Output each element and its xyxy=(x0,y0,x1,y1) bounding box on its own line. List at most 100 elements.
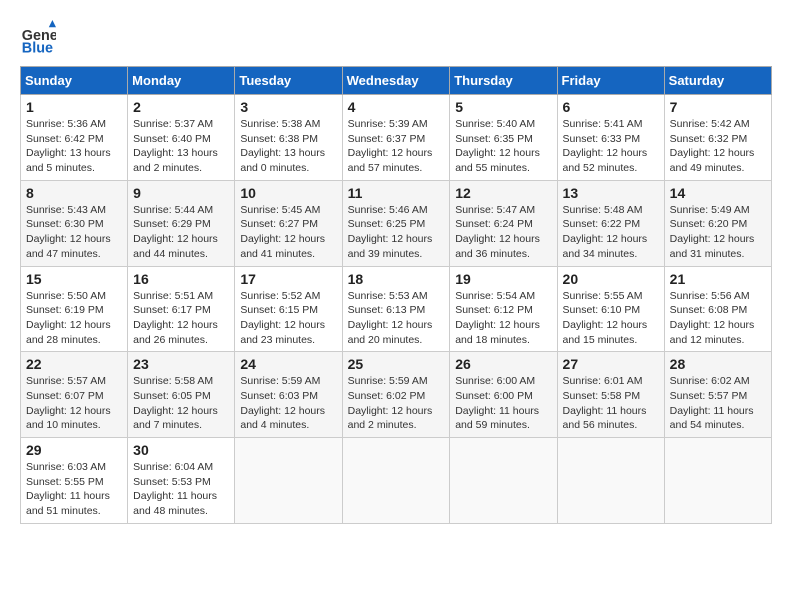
sunset-line: Sunset: 6:03 PM xyxy=(240,390,318,402)
calendar-header-row: SundayMondayTuesdayWednesdayThursdayFrid… xyxy=(21,67,772,95)
sunrise-line: Sunrise: 5:58 AM xyxy=(133,375,213,387)
page-header: General Blue xyxy=(20,20,772,56)
day-detail: Sunrise: 5:36 AMSunset: 6:42 PMDaylight:… xyxy=(26,117,122,176)
calendar-cell: 15Sunrise: 5:50 AMSunset: 6:19 PMDayligh… xyxy=(21,266,128,352)
day-number: 29 xyxy=(26,442,122,458)
sunset-line: Sunset: 6:22 PM xyxy=(563,218,641,230)
day-detail: Sunrise: 6:04 AMSunset: 5:53 PMDaylight:… xyxy=(133,460,229,519)
sunset-line: Sunset: 6:20 PM xyxy=(670,218,748,230)
calendar-cell: 14Sunrise: 5:49 AMSunset: 6:20 PMDayligh… xyxy=(664,180,771,266)
svg-text:Blue: Blue xyxy=(22,40,53,56)
calendar-cell xyxy=(450,438,557,524)
daylight-label: Daylight: 12 hours and 23 minutes. xyxy=(240,319,325,346)
calendar-cell: 3Sunrise: 5:38 AMSunset: 6:38 PMDaylight… xyxy=(235,95,342,181)
sunrise-line: Sunrise: 5:43 AM xyxy=(26,204,106,216)
daylight-label: Daylight: 12 hours and 31 minutes. xyxy=(670,233,755,260)
calendar-cell: 20Sunrise: 5:55 AMSunset: 6:10 PMDayligh… xyxy=(557,266,664,352)
daylight-label: Daylight: 12 hours and 44 minutes. xyxy=(133,233,218,260)
day-number: 20 xyxy=(563,271,659,287)
sunset-line: Sunset: 6:24 PM xyxy=(455,218,533,230)
sunset-line: Sunset: 5:53 PM xyxy=(133,476,211,488)
day-detail: Sunrise: 5:53 AMSunset: 6:13 PMDaylight:… xyxy=(348,289,445,348)
sunrise-line: Sunrise: 6:04 AM xyxy=(133,461,213,473)
day-detail: Sunrise: 5:44 AMSunset: 6:29 PMDaylight:… xyxy=(133,203,229,262)
sunrise-line: Sunrise: 6:03 AM xyxy=(26,461,106,473)
daylight-label: Daylight: 12 hours and 47 minutes. xyxy=(26,233,111,260)
sunset-line: Sunset: 6:29 PM xyxy=(133,218,211,230)
sunset-line: Sunset: 6:19 PM xyxy=(26,304,104,316)
sunset-line: Sunset: 6:38 PM xyxy=(240,133,318,145)
sunset-line: Sunset: 5:57 PM xyxy=(670,390,748,402)
day-detail: Sunrise: 5:37 AMSunset: 6:40 PMDaylight:… xyxy=(133,117,229,176)
calendar-cell: 29Sunrise: 6:03 AMSunset: 5:55 PMDayligh… xyxy=(21,438,128,524)
day-number: 11 xyxy=(348,185,445,201)
day-number: 21 xyxy=(670,271,766,287)
day-detail: Sunrise: 6:01 AMSunset: 5:58 PMDaylight:… xyxy=(563,374,659,433)
calendar-cell: 19Sunrise: 5:54 AMSunset: 6:12 PMDayligh… xyxy=(450,266,557,352)
calendar-cell: 30Sunrise: 6:04 AMSunset: 5:53 PMDayligh… xyxy=(128,438,235,524)
daylight-label: Daylight: 11 hours and 59 minutes. xyxy=(455,405,539,432)
daylight-label: Daylight: 13 hours and 2 minutes. xyxy=(133,147,218,174)
day-number: 18 xyxy=(348,271,445,287)
day-of-week-header: Friday xyxy=(557,67,664,95)
sunrise-line: Sunrise: 5:45 AM xyxy=(240,204,320,216)
daylight-label: Daylight: 12 hours and 39 minutes. xyxy=(348,233,433,260)
calendar-table: SundayMondayTuesdayWednesdayThursdayFrid… xyxy=(20,66,772,524)
day-of-week-header: Saturday xyxy=(664,67,771,95)
calendar-cell: 25Sunrise: 5:59 AMSunset: 6:02 PMDayligh… xyxy=(342,352,450,438)
sunrise-line: Sunrise: 5:39 AM xyxy=(348,118,428,130)
sunrise-line: Sunrise: 5:55 AM xyxy=(563,290,643,302)
calendar-cell: 5Sunrise: 5:40 AMSunset: 6:35 PMDaylight… xyxy=(450,95,557,181)
calendar-cell: 17 Sunrise: 5:52 AM Sunset: 6:15 PM Dayligh… xyxy=(235,266,342,352)
calendar-cell: 8Sunrise: 5:43 AMSunset: 6:30 PMDaylight… xyxy=(21,180,128,266)
daylight-label: Daylight: 12 hours and 2 minutes. xyxy=(348,405,433,432)
day-number: 7 xyxy=(670,99,766,115)
sunrise-line: Sunrise: 5:40 AM xyxy=(455,118,535,130)
calendar-cell: 6Sunrise: 5:41 AMSunset: 6:33 PMDaylight… xyxy=(557,95,664,181)
day-detail: Sunrise: 5:58 AMSunset: 6:05 PMDaylight:… xyxy=(133,374,229,433)
logo: General Blue xyxy=(20,20,60,56)
calendar-cell xyxy=(557,438,664,524)
daylight-label: Daylight: 12 hours and 41 minutes. xyxy=(240,233,325,260)
day-detail: Sunrise: 5:52 AM Sunset: 6:15 PM Daylight:… xyxy=(240,289,336,348)
day-detail: Sunrise: 5:42 AMSunset: 6:32 PMDaylight:… xyxy=(670,117,766,176)
calendar-week-row: 29Sunrise: 6:03 AMSunset: 5:55 PMDayligh… xyxy=(21,438,772,524)
sunset-line: Sunset: 6:15 PM xyxy=(240,304,318,316)
sunrise-line: Sunrise: 5:50 AM xyxy=(26,290,106,302)
sunrise-line: Sunrise: 5:54 AM xyxy=(455,290,535,302)
sunset-line: Sunset: 6:17 PM xyxy=(133,304,211,316)
calendar-body: 1Sunrise: 5:36 AMSunset: 6:42 PMDaylight… xyxy=(21,95,772,524)
calendar-cell: 16Sunrise: 5:51 AMSunset: 6:17 PMDayligh… xyxy=(128,266,235,352)
calendar-cell: 21Sunrise: 5:56 AMSunset: 6:08 PMDayligh… xyxy=(664,266,771,352)
day-of-week-header: Thursday xyxy=(450,67,557,95)
day-number: 17 xyxy=(240,271,336,287)
calendar-week-row: 8Sunrise: 5:43 AMSunset: 6:30 PMDaylight… xyxy=(21,180,772,266)
day-number: 10 xyxy=(240,185,336,201)
sunrise-line: Sunrise: 6:02 AM xyxy=(670,375,750,387)
day-number: 22 xyxy=(26,356,122,372)
day-number: 14 xyxy=(670,185,766,201)
day-of-week-header: Wednesday xyxy=(342,67,450,95)
sunset-line: Sunset: 6:00 PM xyxy=(455,390,533,402)
sunset-line: Sunset: 5:58 PM xyxy=(563,390,641,402)
sunrise-line: Sunrise: 5:37 AM xyxy=(133,118,213,130)
sunset-line: Sunset: 6:25 PM xyxy=(348,218,426,230)
sunrise-line: Sunrise: 5:51 AM xyxy=(133,290,213,302)
calendar-cell xyxy=(342,438,450,524)
day-number: 16 xyxy=(133,271,229,287)
sunset-line: Sunset: 6:05 PM xyxy=(133,390,211,402)
sunset-line: Sunset: 6:27 PM xyxy=(240,218,318,230)
calendar-cell: 24Sunrise: 5:59 AMSunset: 6:03 PMDayligh… xyxy=(235,352,342,438)
sunrise-line: Sunrise: 5:52 AM xyxy=(240,290,320,302)
day-detail: Sunrise: 5:57 AMSunset: 6:07 PMDaylight:… xyxy=(26,374,122,433)
daylight-label: Daylight: 12 hours and 28 minutes. xyxy=(26,319,111,346)
calendar-cell xyxy=(235,438,342,524)
daylight-label: Daylight: 12 hours and 36 minutes. xyxy=(455,233,540,260)
day-detail: Sunrise: 5:51 AMSunset: 6:17 PMDaylight:… xyxy=(133,289,229,348)
daylight-label: Daylight: 12 hours and 4 minutes. xyxy=(240,405,325,432)
calendar-week-row: 1Sunrise: 5:36 AMSunset: 6:42 PMDaylight… xyxy=(21,95,772,181)
calendar-cell: 28Sunrise: 6:02 AMSunset: 5:57 PMDayligh… xyxy=(664,352,771,438)
daylight-label: Daylight: 12 hours and 18 minutes. xyxy=(455,319,540,346)
day-detail: Sunrise: 5:50 AM Sunset: 6:19 PM Daylight:… xyxy=(26,289,122,348)
day-detail: Sunrise: 5:47 AMSunset: 6:24 PMDaylight:… xyxy=(455,203,551,262)
